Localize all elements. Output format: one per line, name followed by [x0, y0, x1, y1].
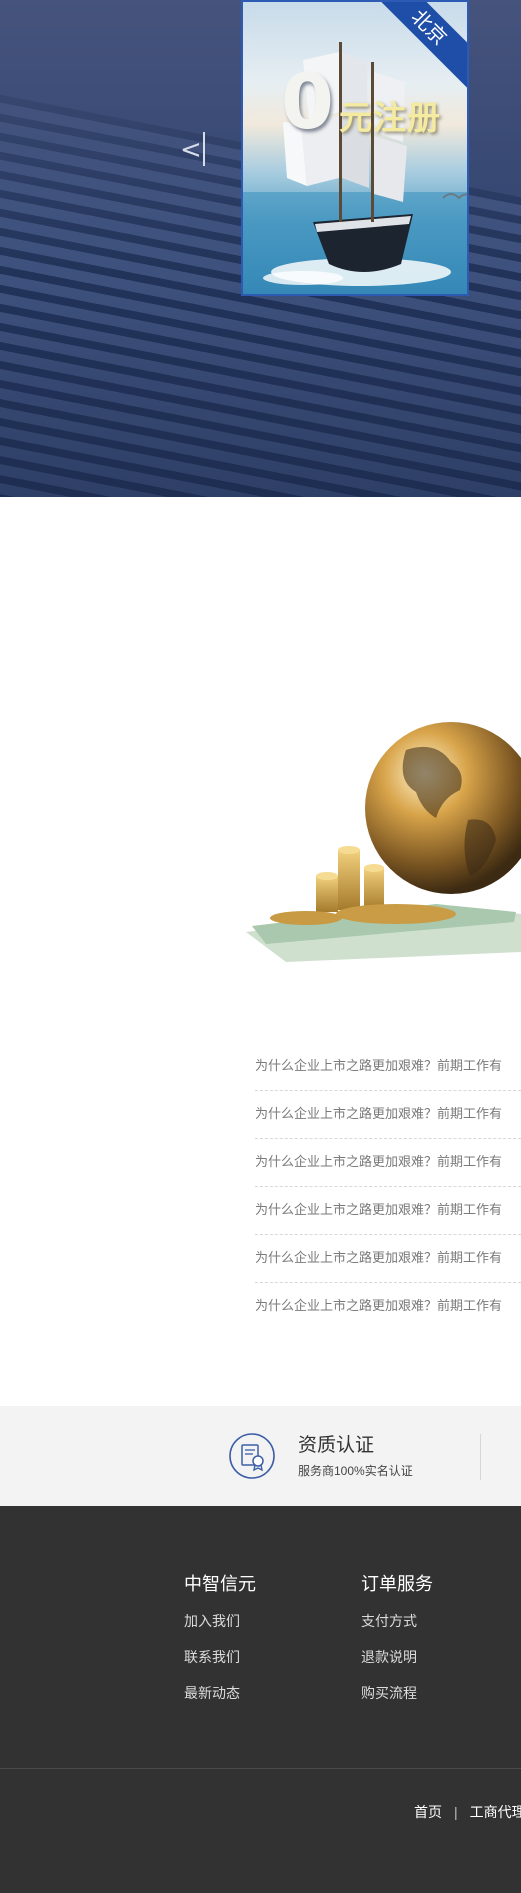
footer-column-company: 中智信元 加入我们 联系我们 最新动态 — [184, 1572, 256, 1719]
footer-column-title: 订单服务 — [361, 1574, 433, 1594]
news-item-title: 为什么企业上市之路更加艰难？前期工作有 — [255, 1250, 503, 1265]
hero-banner: < 0 元注册 北京 — [0, 0, 521, 497]
qualification-title: 资质认证 — [298, 1435, 375, 1456]
globe-coins-illustration — [246, 722, 521, 962]
news-list: 为什么企业上市之路更加艰难？前期工作有 为什么企业上市之路更加艰难？前期工作有 … — [255, 1043, 521, 1331]
footer-column-title: 中智信元 — [184, 1574, 256, 1594]
site-footer: 中智信元 加入我们 联系我们 最新动态 订单服务 支付方式 退款说明 购买流程 … — [0, 1506, 521, 1893]
news-item[interactable]: 为什么企业上市之路更加艰难？前期工作有 — [255, 1283, 521, 1331]
news-item[interactable]: 为什么企业上市之路更加艰难？前期工作有 — [255, 1043, 521, 1091]
news-item[interactable]: 为什么企业上市之路更加艰难？前期工作有 — [255, 1091, 521, 1139]
footer-nav-separator: | — [454, 1804, 458, 1820]
footer-link-contact-us[interactable]: 联系我们 — [184, 1647, 256, 1667]
news-item-title: 为什么企业上市之路更加艰难？前期工作有 — [255, 1202, 503, 1217]
news-item-title: 为什么企业上市之路更加艰难？前期工作有 — [255, 1298, 503, 1313]
certificate-icon — [229, 1433, 275, 1479]
promo-poster[interactable]: 0 元注册 北京 — [241, 0, 469, 296]
qualification-subtitle: 服务商100%实名认证 — [298, 1464, 413, 1478]
carousel-prev-button[interactable]: < — [178, 130, 206, 166]
poster-title: 元注册 — [339, 98, 441, 137]
news-item[interactable]: 为什么企业上市之路更加艰难？前期工作有 — [255, 1187, 521, 1235]
chevron-left-icon: < — [180, 135, 202, 165]
news-item-title: 为什么企业上市之路更加艰难？前期工作有 — [255, 1058, 503, 1073]
page: < 0 元注册 北京 • 为什么企业上市之路更加艰难？前期工作有 • 为什么企业… — [0, 0, 521, 1893]
carousel-divider-bar — [203, 132, 205, 166]
footer-divider — [0, 1768, 521, 1769]
footer-link-refund-policy[interactable]: 退款说明 — [361, 1647, 433, 1667]
footer-bottom-nav: 首页 | 工商代理 — [414, 1802, 521, 1822]
footer-nav-home[interactable]: 首页 — [414, 1804, 442, 1820]
news-item[interactable]: 为什么企业上市之路更加艰难？前期工作有 — [255, 1139, 521, 1187]
poster-digit: 0 — [281, 57, 334, 146]
footer-column-order-service: 订单服务 支付方式 退款说明 购买流程 — [361, 1572, 433, 1719]
news-item-title: 为什么企业上市之路更加艰难？前期工作有 — [255, 1106, 503, 1121]
footer-nav-business-agency[interactable]: 工商代理 — [470, 1804, 521, 1820]
news-item-title: 为什么企业上市之路更加艰难？前期工作有 — [255, 1154, 503, 1169]
footer-link-purchase-process[interactable]: 购买流程 — [361, 1683, 433, 1703]
footer-link-join-us[interactable]: 加入我们 — [184, 1611, 256, 1631]
qualification-divider — [480, 1434, 481, 1480]
footer-link-payment-methods[interactable]: 支付方式 — [361, 1611, 433, 1631]
footer-link-latest-news[interactable]: 最新动态 — [184, 1683, 256, 1703]
news-item[interactable]: 为什么企业上市之路更加艰难？前期工作有 — [255, 1235, 521, 1283]
qualification-strip: 资质认证 服务商100%实名认证 — [0, 1406, 521, 1506]
